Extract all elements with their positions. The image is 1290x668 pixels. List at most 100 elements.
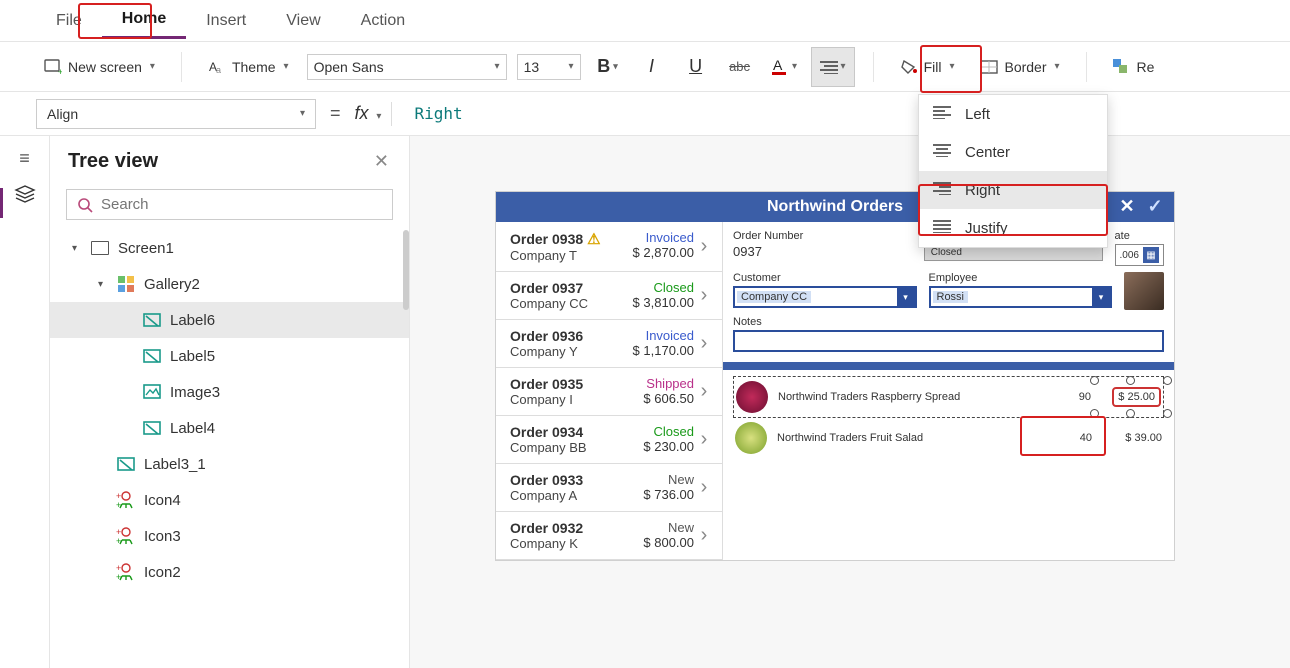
- chevron-right-icon[interactable]: ›: [694, 280, 714, 311]
- order-id: Order 0932: [510, 520, 583, 536]
- chevron-down-icon: ▾: [376, 111, 381, 122]
- chevron-down-icon: ▾: [569, 61, 574, 72]
- line-item[interactable]: Northwind Traders Fruit Salad 40 $ 39.00: [733, 418, 1164, 458]
- tree-node[interactable]: Image3: [50, 374, 409, 410]
- property-select[interactable]: Align ▾: [36, 99, 316, 129]
- tree-title: Tree view: [68, 150, 158, 173]
- tree-panel: Tree view ✕ ▾ Screen1 ▾ Gallery2 Label6 …: [50, 136, 410, 668]
- menu-insert[interactable]: Insert: [186, 4, 266, 38]
- customer-select[interactable]: Company CC ▾: [733, 286, 917, 308]
- notes-input[interactable]: [733, 330, 1164, 352]
- order-item[interactable]: Order 0938⚠ Company T Invoiced $ 2,870.0…: [496, 222, 722, 272]
- chevron-down-icon: ▾: [949, 61, 954, 72]
- close-order-icon[interactable]: ✕: [1116, 195, 1138, 217]
- fx-button[interactable]: fx ▾: [355, 103, 382, 124]
- tree-view-rail-icon[interactable]: [14, 185, 36, 203]
- order-status: Closed: [618, 280, 694, 295]
- bold-button[interactable]: B▾: [591, 51, 625, 83]
- tree-node[interactable]: ++ Icon4: [50, 482, 409, 518]
- menu-home[interactable]: Home: [102, 2, 186, 39]
- chevron-right-icon[interactable]: ›: [694, 230, 714, 263]
- hamburger-icon[interactable]: ≡: [19, 148, 30, 169]
- label-icon: [142, 418, 162, 438]
- order-item[interactable]: Order 0937 Company CC Closed $ 3,810.00 …: [496, 272, 722, 320]
- canvas[interactable]: Northwind Orders ✕ ✓ Order 0938⚠ Company…: [410, 136, 1290, 668]
- svg-text:A: A: [773, 57, 783, 73]
- font-color-button[interactable]: A ▾: [767, 51, 801, 83]
- close-icon[interactable]: ✕: [374, 151, 389, 172]
- order-status: Shipped: [618, 376, 694, 391]
- strikethrough-button[interactable]: abc: [723, 51, 757, 83]
- chevron-down-icon: ▾: [300, 108, 305, 119]
- scrollbar[interactable]: [403, 230, 409, 668]
- order-item[interactable]: Order 0936 Company Y Invoiced $ 1,170.00…: [496, 320, 722, 368]
- group-icon: ++: [116, 526, 136, 546]
- order-item[interactable]: Order 0933 Company A New $ 736.00 ›: [496, 464, 722, 512]
- align-option-center[interactable]: Center: [919, 133, 1107, 171]
- menu-action[interactable]: Action: [341, 4, 425, 38]
- tree-node-label: Label4: [170, 420, 215, 437]
- fill-button[interactable]: Fill ▾: [892, 55, 963, 79]
- align-option-justify[interactable]: Justify: [919, 209, 1107, 247]
- order-item[interactable]: Order 0934 Company BB Closed $ 230.00 ›: [496, 416, 722, 464]
- order-item[interactable]: Order 0932 Company K New $ 800.00 ›: [496, 512, 722, 560]
- employee-photo: [1124, 272, 1164, 310]
- employee-select[interactable]: Rossi ▾: [929, 286, 1113, 308]
- tree-node[interactable]: ▾ Gallery2: [50, 266, 409, 302]
- underline-button[interactable]: U: [679, 51, 713, 83]
- tree-twisty-icon[interactable]: ▾: [72, 243, 82, 254]
- italic-button[interactable]: I: [635, 51, 669, 83]
- reorder-button[interactable]: Re: [1105, 55, 1163, 79]
- tree-node[interactable]: ++ Icon2: [50, 554, 409, 590]
- price-label-selected[interactable]: $ 25.00: [1112, 387, 1161, 407]
- border-button[interactable]: Border ▾: [972, 55, 1067, 79]
- search-field[interactable]: [101, 196, 382, 213]
- tree-node[interactable]: Label6: [50, 302, 409, 338]
- font-select[interactable]: Open Sans ▾: [307, 54, 507, 80]
- order-company: Company T: [510, 248, 618, 263]
- item-qty: 40: [1052, 432, 1092, 444]
- tree-node[interactable]: Label3_1: [50, 446, 409, 482]
- orders-gallery[interactable]: Order 0938⚠ Company T Invoiced $ 2,870.0…: [496, 222, 722, 560]
- separator: [181, 52, 182, 82]
- chevron-right-icon[interactable]: ›: [694, 472, 714, 503]
- menu-view[interactable]: View: [266, 4, 340, 38]
- align-option-label: Left: [965, 106, 990, 123]
- tree-node[interactable]: ▾ Screen1: [50, 230, 409, 266]
- tree-node-label: Label3_1: [144, 456, 206, 473]
- order-number-label: Order Number: [733, 230, 912, 242]
- formula-value[interactable]: Right: [414, 104, 462, 123]
- align-option-left[interactable]: Left: [919, 95, 1107, 133]
- chevron-right-icon[interactable]: ›: [694, 424, 714, 455]
- rail-active-indicator: [0, 188, 3, 218]
- item-price: $ 25.00: [1101, 387, 1161, 407]
- align-button[interactable]: ▾: [811, 47, 855, 87]
- chevron-right-icon[interactable]: ›: [694, 376, 714, 407]
- theme-button[interactable]: Aa Theme ▾: [200, 55, 297, 79]
- chevron-down-icon: ▾: [792, 61, 797, 72]
- tree-node-label: Label5: [170, 348, 215, 365]
- align-option-label: Center: [965, 144, 1010, 161]
- search-input[interactable]: [66, 189, 393, 220]
- order-date-picker[interactable]: .006 ▦: [1115, 244, 1164, 266]
- line-item[interactable]: Northwind Traders Raspberry Spread 90 $ …: [733, 376, 1164, 418]
- chevron-right-icon[interactable]: ›: [694, 520, 714, 551]
- order-status: Invoiced: [618, 230, 694, 245]
- align-option-right[interactable]: Right: [919, 171, 1107, 209]
- font-size-select[interactable]: 13 ▾: [517, 54, 581, 80]
- item-name: Northwind Traders Raspberry Spread: [778, 391, 1041, 403]
- new-screen-button[interactable]: + New screen ▾: [36, 55, 163, 79]
- property-name: Align: [47, 106, 78, 122]
- tree-node[interactable]: Label5: [50, 338, 409, 374]
- tree-node[interactable]: Label4: [50, 410, 409, 446]
- chevron-right-icon[interactable]: ›: [694, 328, 714, 359]
- align-option-label: Justify: [965, 220, 1008, 237]
- theme-icon: Aa: [208, 59, 226, 75]
- tree-twisty-icon[interactable]: ▾: [98, 279, 108, 290]
- order-company: Company K: [510, 536, 618, 551]
- confirm-order-icon[interactable]: ✓: [1144, 195, 1166, 217]
- tree-node[interactable]: ++ Icon3: [50, 518, 409, 554]
- order-item[interactable]: Order 0935 Company I Shipped $ 606.50 ›: [496, 368, 722, 416]
- font-value: Open Sans: [314, 59, 384, 75]
- menu-file[interactable]: File: [36, 4, 102, 38]
